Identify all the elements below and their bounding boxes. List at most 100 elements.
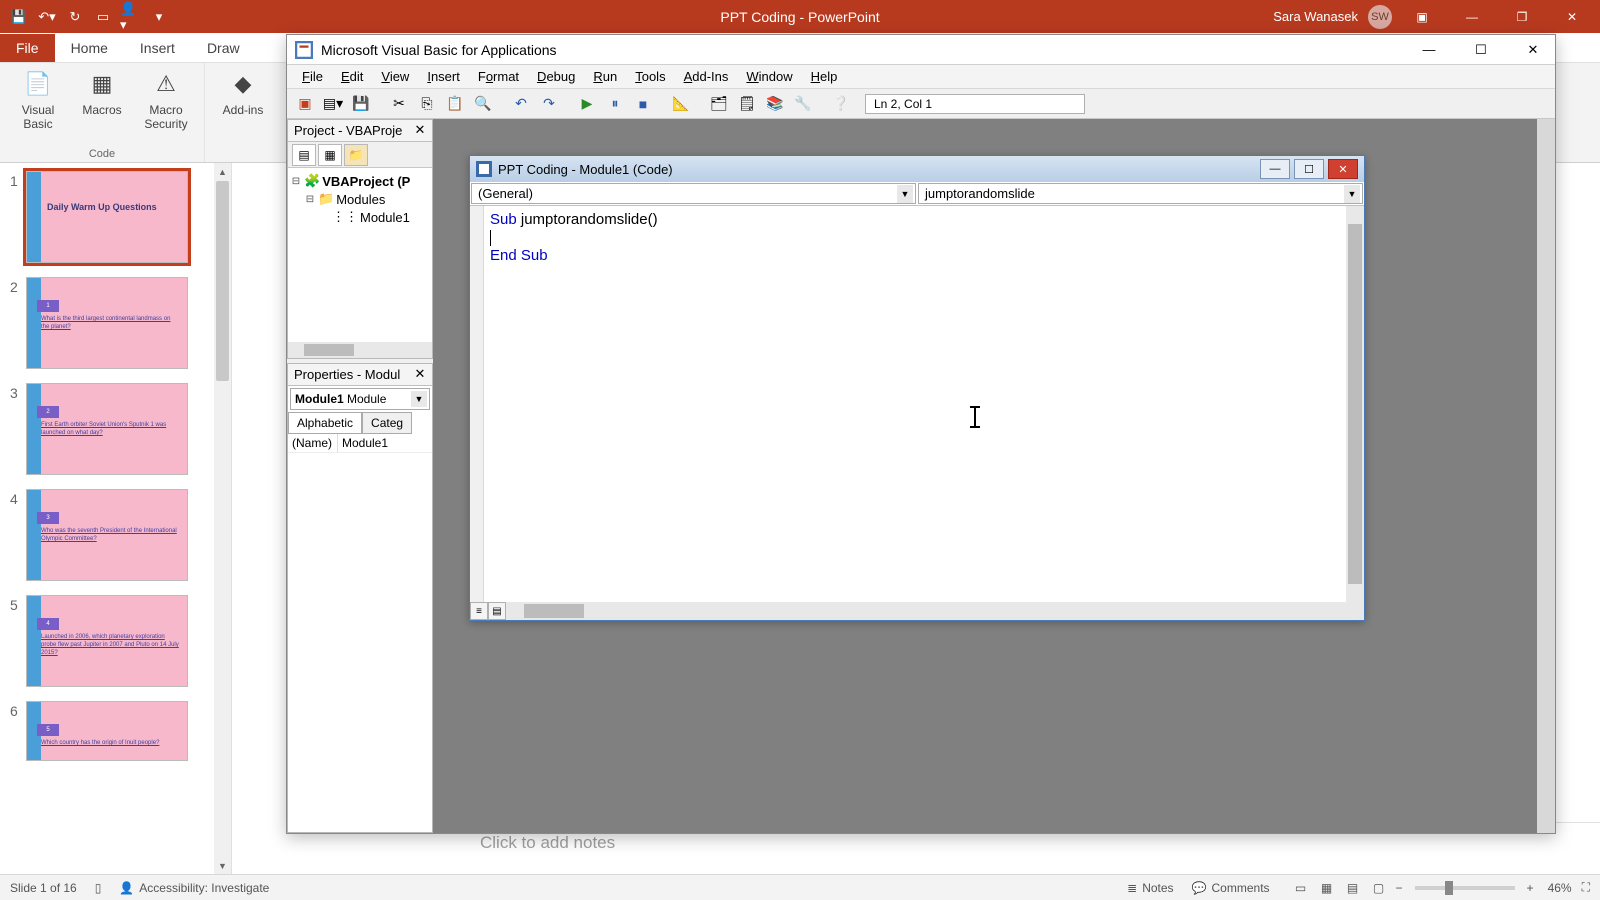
vbe-paste-icon[interactable]: 📋 <box>443 92 467 116</box>
chevron-down-icon[interactable]: ▼ <box>411 391 427 407</box>
reading-view-icon[interactable]: ▤ <box>1340 878 1366 898</box>
user-avatar[interactable]: SW <box>1368 5 1392 29</box>
properties-pane-close-icon[interactable]: ✕ <box>412 366 428 382</box>
zoom-level[interactable]: 46% <box>1548 881 1572 895</box>
macros-button[interactable]: ▦ Macros <box>74 67 130 118</box>
undo-icon[interactable]: ↶▾ <box>36 6 58 28</box>
normal-view-icon[interactable]: ▭ <box>1288 878 1314 898</box>
code-minimize-icon[interactable]: — <box>1260 159 1290 179</box>
view-object-icon[interactable]: ▦ <box>318 144 342 166</box>
slide-thumbnail-6[interactable]: 5 Which country has the origin of Inuit … <box>26 701 188 761</box>
fit-to-window-icon[interactable]: ⛶ <box>1582 880 1590 895</box>
properties-grid[interactable]: (Name) Module1 <box>288 434 432 832</box>
project-pane-close-icon[interactable]: ✕ <box>412 122 428 138</box>
vbe-copy-icon[interactable]: ⎘ <box>415 92 439 116</box>
code-close-icon[interactable]: ✕ <box>1328 159 1358 179</box>
tree-module1[interactable]: ⋮⋮ Module1 <box>290 208 430 226</box>
vbe-reset-icon[interactable]: ■ <box>631 92 655 116</box>
vbe-mdi-vscrollbar[interactable] <box>1537 119 1555 833</box>
toggle-folders-icon[interactable]: 📁 <box>344 144 368 166</box>
project-pane-title[interactable]: Project - VBAProje ✕ <box>288 120 432 142</box>
vbe-design-mode-icon[interactable]: 📐 <box>669 92 693 116</box>
close-icon[interactable]: ✕ <box>1552 3 1592 31</box>
code-editor[interactable]: Sub jumptorandomslide() End Sub <box>484 206 1346 602</box>
zoom-slider[interactable] <box>1415 886 1515 890</box>
scroll-down-icon[interactable]: ▼ <box>214 857 231 874</box>
vbe-menu-format[interactable]: Format <box>469 67 528 86</box>
code-maximize-icon[interactable]: ☐ <box>1294 159 1324 179</box>
touch-mode-icon[interactable]: 👤▾ <box>120 6 142 28</box>
vbe-minimize-icon[interactable]: — <box>1415 38 1443 62</box>
vbe-break-icon[interactable]: ⏸ <box>603 92 627 116</box>
project-hscroll-thumb[interactable] <box>304 344 354 356</box>
tree-project-root[interactable]: ⊟🧩 VBAProject (P <box>290 172 430 190</box>
object-combo[interactable]: (General) ▼ <box>471 183 916 204</box>
vbe-view-powerpoint-icon[interactable]: ▣ <box>293 92 317 116</box>
zoom-out-icon[interactable]: − <box>1392 881 1407 895</box>
tab-categorized[interactable]: Categ <box>362 412 412 434</box>
vbe-object-browser-icon[interactable]: 📚 <box>763 92 787 116</box>
vbe-menu-help[interactable]: Help <box>802 67 847 86</box>
vbe-close-icon[interactable]: ✕ <box>1519 38 1547 62</box>
vbe-menu-debug[interactable]: Debug <box>528 67 584 86</box>
minimize-icon[interactable]: — <box>1452 3 1492 31</box>
vbe-properties-icon[interactable]: 🗒 <box>735 92 759 116</box>
vbe-undo-icon[interactable]: ↶ <box>509 92 533 116</box>
status-accessibility[interactable]: 👤 Accessibility: Investigate <box>119 881 269 895</box>
ribbon-display-options-icon[interactable]: ▣ <box>1402 3 1442 31</box>
project-hscrollbar[interactable] <box>288 342 432 358</box>
procedure-view-icon[interactable]: ≡ <box>470 602 488 620</box>
vbe-insert-module-icon[interactable]: ▤▾ <box>321 92 345 116</box>
property-value[interactable]: Module1 <box>338 434 392 452</box>
vbe-menu-run[interactable]: Run <box>584 67 626 86</box>
status-language[interactable]: ▯ <box>95 881 102 895</box>
vbe-save-icon[interactable]: 💾 <box>349 92 373 116</box>
code-vscroll-thumb[interactable] <box>1348 224 1362 584</box>
resize-grip-icon[interactable] <box>1346 602 1364 620</box>
scrollbar-thumb[interactable] <box>216 181 229 381</box>
addins-button[interactable]: ◆ Add-ins <box>215 67 271 118</box>
tab-file[interactable]: File <box>0 34 55 62</box>
slide-thumbnail-3[interactable]: 2 First Earth orbiter Soviet Union's Spu… <box>26 383 188 475</box>
procedure-combo[interactable]: jumptorandomslide ▼ <box>918 183 1363 204</box>
zoom-slider-thumb[interactable] <box>1445 881 1453 895</box>
full-module-view-icon[interactable]: ▤ <box>488 602 506 620</box>
tab-alphabetic[interactable]: Alphabetic <box>288 412 362 434</box>
slide-thumbnail-5[interactable]: 4 Launched in 2006, which planetary expl… <box>26 595 188 687</box>
code-hscroll-thumb[interactable] <box>524 604 584 618</box>
vbe-redo-icon[interactable]: ↷ <box>537 92 561 116</box>
chevron-down-icon[interactable]: ▼ <box>1344 185 1360 203</box>
view-code-icon[interactable]: ▤ <box>292 144 316 166</box>
vbe-menu-insert[interactable]: Insert <box>418 67 469 86</box>
vbe-menu-window[interactable]: Window <box>737 67 801 86</box>
redo-icon[interactable]: ↻ <box>64 6 86 28</box>
chevron-down-icon[interactable]: ▼ <box>897 185 913 203</box>
properties-pane-title[interactable]: Properties - Modul ✕ <box>288 364 432 386</box>
thumbnail-scrollbar[interactable]: ▲ ▼ <box>214 163 231 874</box>
status-notes-button[interactable]: ≣ Notes <box>1127 881 1173 895</box>
status-slide-indicator[interactable]: Slide 1 of 16 <box>10 881 77 895</box>
vbe-menu-view[interactable]: View <box>372 67 418 86</box>
slide-sorter-icon[interactable]: ▦ <box>1314 878 1340 898</box>
tab-draw[interactable]: Draw <box>191 34 256 62</box>
vbe-menu-edit[interactable]: Edit <box>332 67 372 86</box>
qat-customize-icon[interactable]: ▾ <box>148 6 170 28</box>
properties-object-selector[interactable]: Module1 Module ▼ <box>290 388 430 410</box>
vbe-menu-tools[interactable]: Tools <box>626 67 674 86</box>
code-window-title-bar[interactable]: PPT Coding - Module1 (Code) — ☐ ✕ <box>470 156 1364 182</box>
vbe-menu-addins[interactable]: Add-Ins <box>675 67 738 86</box>
start-from-beginning-icon[interactable]: ▭ <box>92 6 114 28</box>
slide-thumbnail-1[interactable]: Daily Warm Up Questions <box>26 171 188 263</box>
vbe-cut-icon[interactable]: ✂ <box>387 92 411 116</box>
vbe-maximize-icon[interactable]: ☐ <box>1467 38 1495 62</box>
slide-thumbnail-4[interactable]: 3 Who was the seventh President of the I… <box>26 489 188 581</box>
vbe-run-icon[interactable]: ▶ <box>575 92 599 116</box>
vbe-find-icon[interactable]: 🔍 <box>471 92 495 116</box>
project-tree[interactable]: ⊟🧩 VBAProject (P ⊟📁 Modules ⋮⋮ Module1 <box>288 168 432 342</box>
zoom-in-icon[interactable]: + <box>1523 881 1538 895</box>
visual-basic-button[interactable]: 📄 Visual Basic <box>10 67 66 132</box>
save-icon[interactable]: 💾 <box>8 6 30 28</box>
property-row-name[interactable]: (Name) Module1 <box>288 434 432 453</box>
vbe-title-bar[interactable]: Microsoft Visual Basic for Applications … <box>287 35 1555 65</box>
tree-modules-folder[interactable]: ⊟📁 Modules <box>290 190 430 208</box>
